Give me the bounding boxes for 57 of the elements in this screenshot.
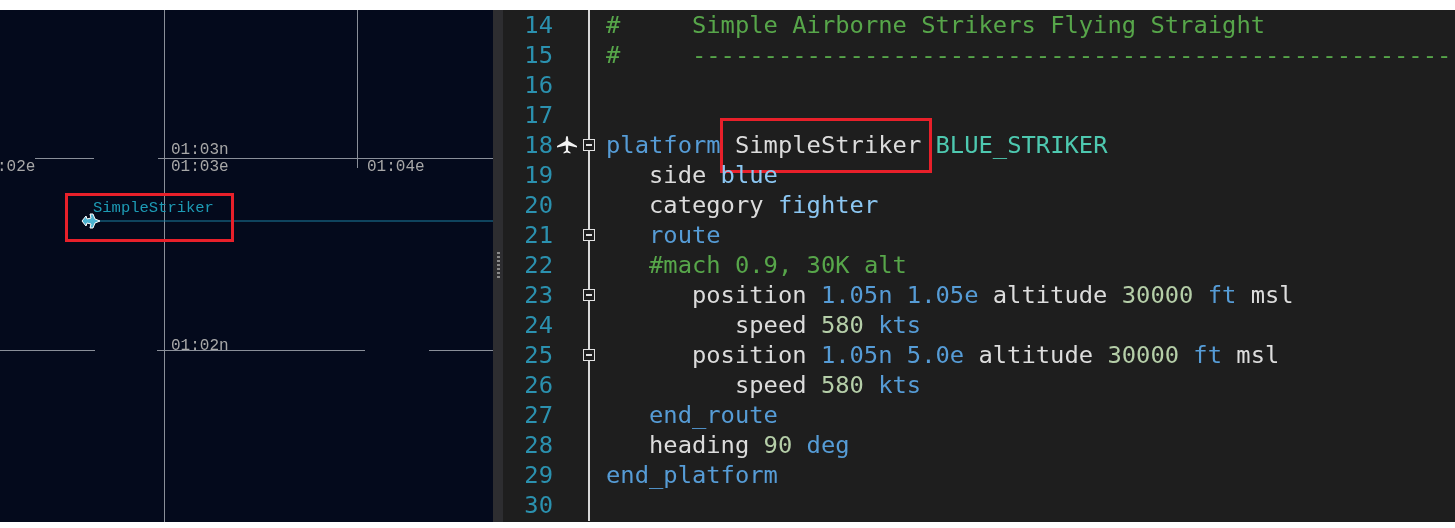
code-token: ft: [1207, 281, 1237, 309]
code-token: msl: [1250, 281, 1294, 309]
code-token: altitude: [992, 281, 1108, 309]
line-number: 21: [523, 221, 553, 249]
line-number: 24: [523, 311, 553, 339]
code-token: 1.05e: [906, 281, 979, 309]
code-token: 30000: [1107, 341, 1180, 369]
code-token: 30000: [1121, 281, 1194, 309]
line-number: 18: [523, 131, 553, 159]
code-token: end_platform: [606, 461, 778, 489]
code-token: msl: [1236, 341, 1280, 369]
line-number: 27: [523, 401, 553, 429]
code-token: platform: [606, 130, 721, 159]
line-number: 19: [523, 161, 553, 189]
code-token: position: [690, 281, 807, 309]
line-number: 28: [523, 431, 553, 459]
code-token: end_route: [647, 401, 778, 429]
code-token: # Simple Airborne Strikers Flying Straight: [606, 11, 1266, 39]
code-token: #mach 0.9, 30K alt: [647, 251, 907, 279]
code-token: 90: [763, 431, 793, 459]
code-token: # -----------------------------------------------------: [606, 41, 1452, 69]
line-number: 30: [523, 491, 553, 519]
code-token: deg: [806, 431, 850, 459]
line-number: 20: [523, 191, 553, 219]
grid-label: 01:02n: [171, 337, 229, 355]
code-token: fighter: [777, 191, 879, 219]
code-token: heading: [647, 431, 750, 459]
code-token: 5.0e: [906, 341, 965, 369]
code-token: SimpleStriker: [734, 130, 922, 159]
code-token: category: [647, 191, 764, 219]
line-number: 15: [523, 41, 553, 69]
code-token: 1.05n: [820, 281, 893, 309]
grid-label: 01:04e: [367, 158, 425, 176]
code-token: 580: [820, 311, 864, 339]
code-token: kts: [878, 311, 922, 339]
code-token: kts: [878, 371, 922, 399]
grid-label: 01:03e: [171, 158, 229, 176]
grid-label: 01:03n: [171, 141, 229, 159]
line-number: 22: [523, 251, 553, 279]
grid-label: :02e: [0, 158, 36, 176]
line-number: 23: [523, 281, 553, 309]
code-token: BLUE_STRIKER: [935, 130, 1108, 159]
code-token: 1.05n: [820, 341, 893, 369]
code-token: speed: [733, 311, 807, 339]
code-token: ft: [1193, 341, 1222, 369]
code-token: altitude: [978, 341, 1094, 369]
code-token: speed: [733, 371, 807, 399]
line-number: 14: [523, 11, 553, 39]
line-number: 29: [523, 461, 553, 489]
line-number: 16: [523, 71, 553, 99]
line-number: 26: [523, 371, 553, 399]
code-token: route: [647, 221, 721, 249]
line-number: 25: [523, 341, 553, 369]
code-token: position: [690, 341, 807, 369]
line-number: 17: [523, 101, 553, 129]
code-token: side: [647, 161, 707, 189]
code-token: 580: [820, 371, 864, 399]
